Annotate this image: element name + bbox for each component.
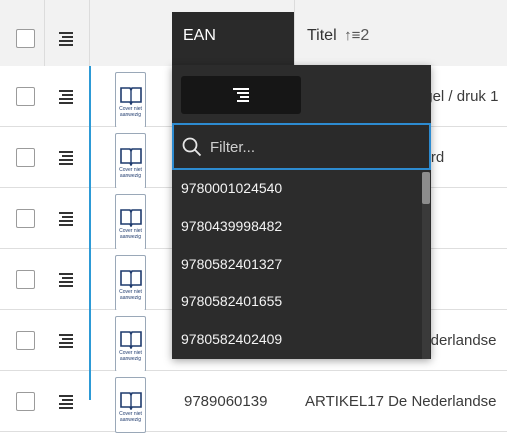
cover-thumbnail[interactable]: Cover niet aanwezig <box>115 194 146 250</box>
row-checkbox[interactable] <box>16 87 35 106</box>
row-drag-handle-icon[interactable] <box>59 395 73 409</box>
cover-thumbnail[interactable]: Cover niet aanwezig <box>115 255 146 311</box>
row-checkbox[interactable] <box>16 209 35 228</box>
thumbnail-caption: Cover niet aanwezig <box>119 350 142 362</box>
select-all-checkbox[interactable] <box>16 29 35 48</box>
row-drag-handle-icon[interactable] <box>59 273 73 287</box>
filter-option[interactable]: 9780582401327 <box>181 256 282 272</box>
column-header-titel[interactable]: Titel ↑≡2 <box>307 27 369 45</box>
ean-cell: 9789060139 <box>184 393 268 410</box>
sort-asc-icon: ↑≡ <box>344 27 361 44</box>
title-cell: ARTIKEL17 De Nederlandse <box>305 393 497 410</box>
thumbnail-caption: Cover niet aanwezig <box>119 289 142 301</box>
filter-input[interactable] <box>208 135 412 159</box>
cover-thumbnail[interactable]: Cover niet aanwezig <box>115 133 146 189</box>
sort-lines-icon <box>233 88 249 102</box>
row-drag-handle-icon[interactable] <box>59 212 73 226</box>
row-checkbox[interactable] <box>16 331 35 350</box>
row-checkbox[interactable] <box>16 392 35 411</box>
cover-thumbnail[interactable]: Cover niet aanwezig <box>115 377 146 433</box>
search-icon <box>182 137 202 157</box>
header-menu-icon[interactable] <box>59 32 73 46</box>
row-focus-indicator <box>89 66 91 400</box>
cover-thumbnail[interactable]: Cover niet aanwezig <box>115 316 146 372</box>
row-drag-handle-icon[interactable] <box>59 90 73 104</box>
book-icon <box>120 331 142 349</box>
cover-thumbnail[interactable]: Cover niet aanwezig <box>115 72 146 128</box>
book-icon <box>120 87 142 105</box>
row-checkbox[interactable] <box>16 270 35 289</box>
book-icon <box>120 209 142 227</box>
filter-option[interactable]: 9780582402409 <box>181 331 282 347</box>
filter-option[interactable]: 9780582401655 <box>181 293 282 309</box>
column-header-ean-label: EAN <box>183 27 216 44</box>
thumbnail-caption: Cover niet aanwezig <box>119 106 142 118</box>
thumbnail-caption: Cover niet aanwezig <box>119 228 142 240</box>
row-drag-handle-icon[interactable] <box>59 151 73 165</box>
thumbnail-caption: Cover niet aanwezig <box>119 411 142 423</box>
filter-field[interactable] <box>172 123 431 170</box>
filter-option[interactable]: 9780439998482 <box>181 218 282 234</box>
row-checkbox[interactable] <box>16 148 35 167</box>
sort-button[interactable] <box>181 76 301 114</box>
row-drag-handle-icon[interactable] <box>59 334 73 348</box>
book-icon <box>120 392 142 410</box>
book-icon <box>120 270 142 288</box>
thumbnail-caption: Cover niet aanwezig <box>119 167 142 179</box>
book-icon <box>120 148 142 166</box>
dropdown-scrollbar-thumb[interactable] <box>422 172 430 204</box>
filter-option[interactable]: 9780001024540 <box>181 180 282 196</box>
